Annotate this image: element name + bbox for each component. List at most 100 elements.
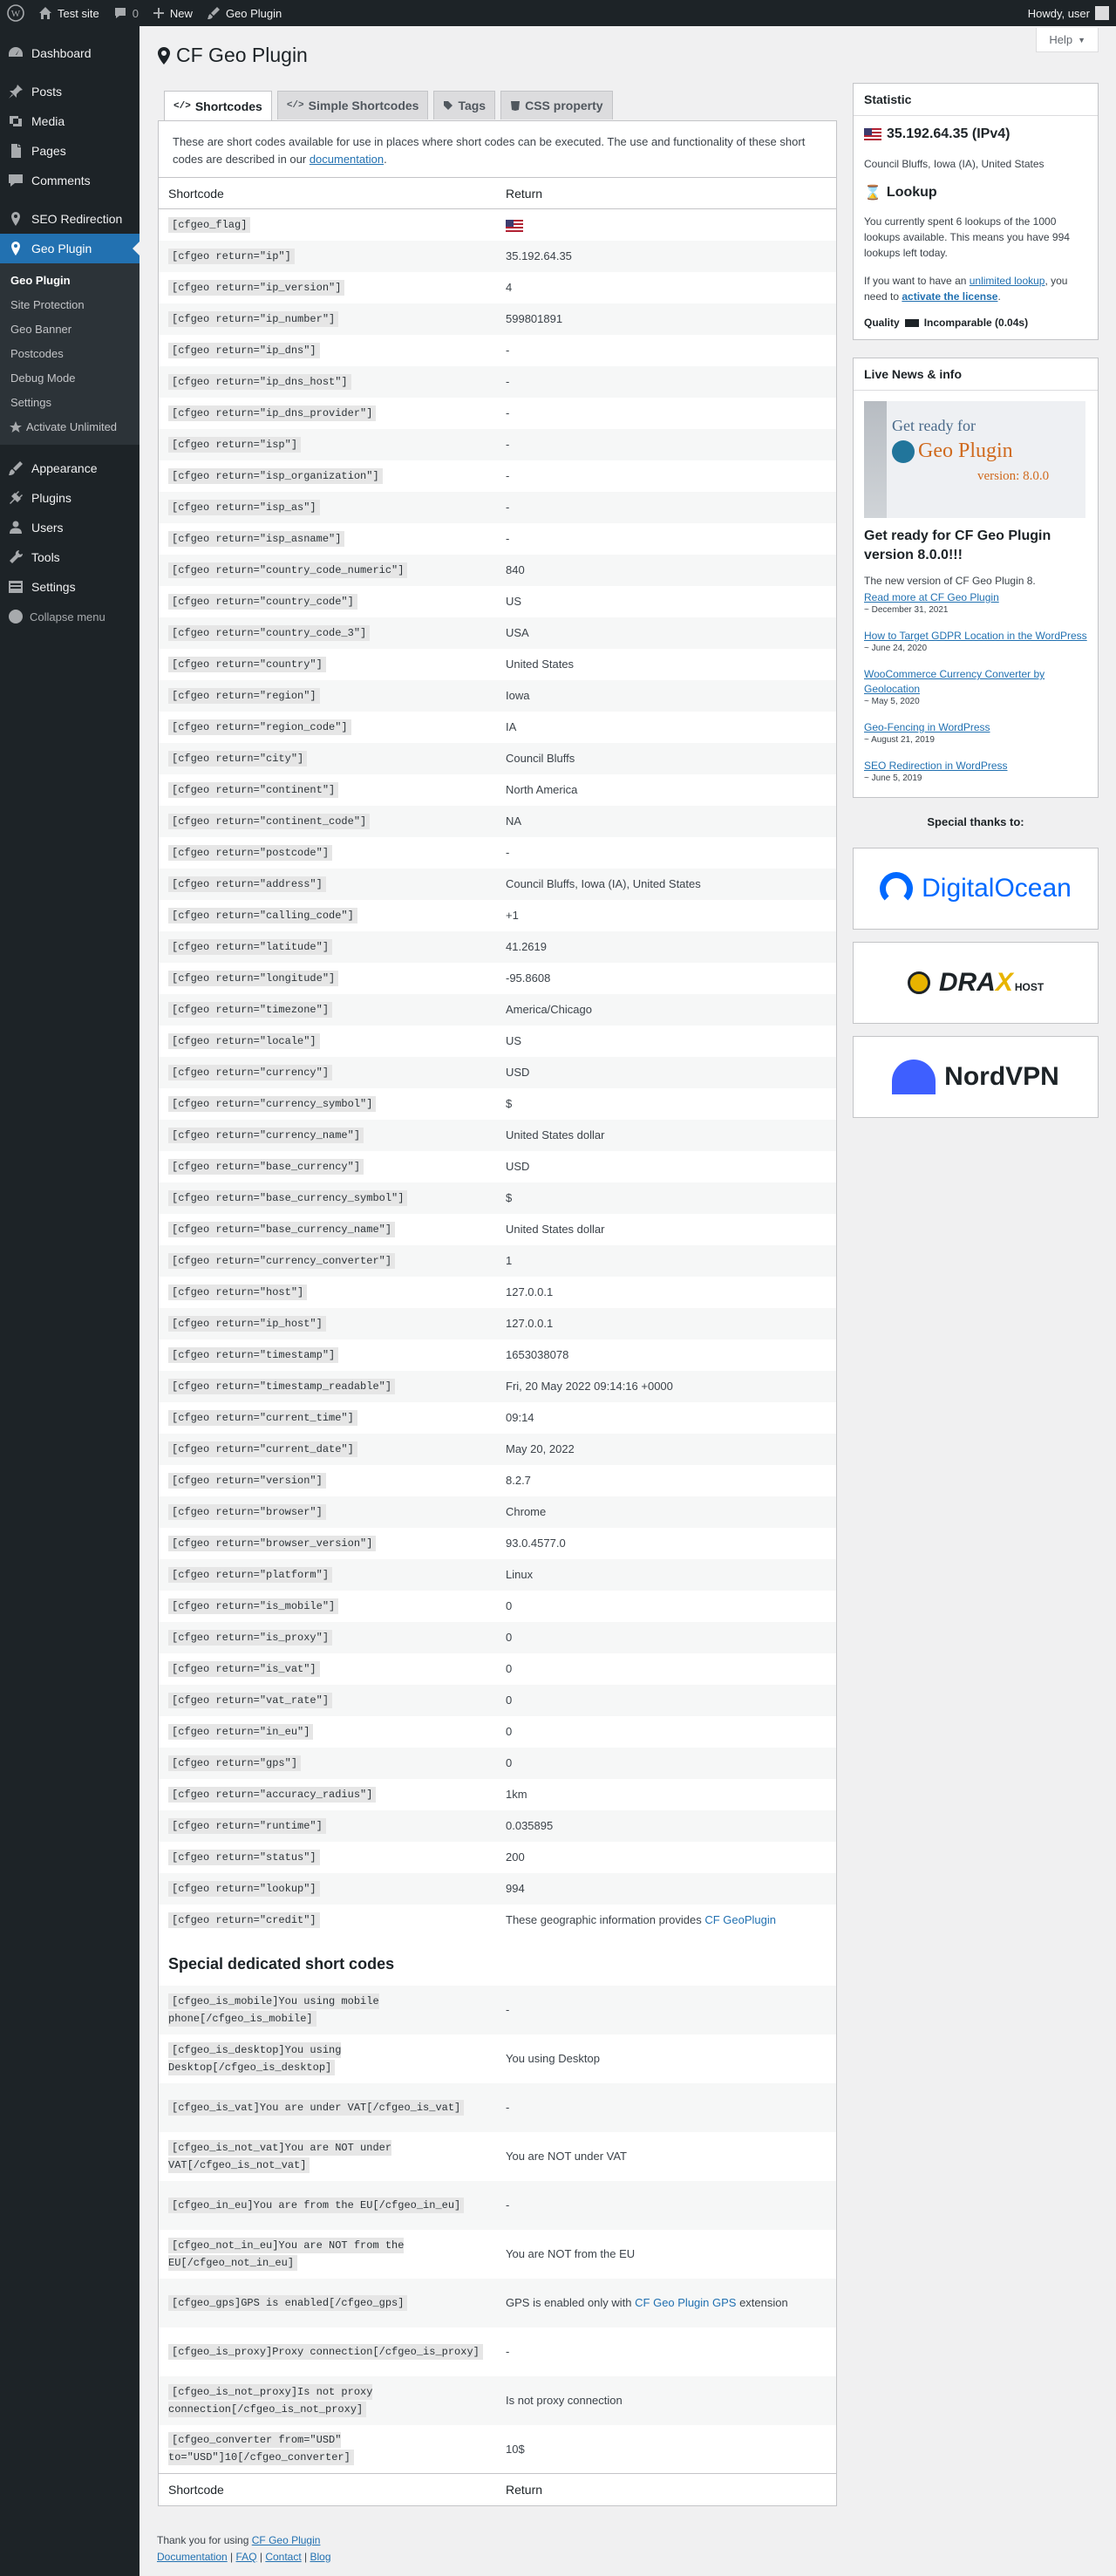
shortcode-code[interactable]: [cfgeo return="isp"] [168, 436, 302, 453]
shortcode-code[interactable]: [cfgeo return="current_time"] [168, 1409, 357, 1426]
shortcode-code[interactable]: [cfgeo return="ip_dns_host"] [168, 373, 351, 390]
shortcode-code[interactable]: [cfgeo return="region"] [168, 687, 320, 704]
shortcode-code[interactable]: [cfgeo_gps]GPS is enabled[/cfgeo_gps] [168, 2294, 408, 2311]
sponsor-nordvpn[interactable]: NordVPN [853, 1036, 1099, 1118]
submenu-geo-banner[interactable]: Geo Banner [0, 317, 140, 342]
shortcode-code[interactable]: [cfgeo return="gps"] [168, 1755, 302, 1771]
menu-appearance[interactable]: Appearance [0, 453, 140, 483]
menu-dashboard[interactable]: Dashboard [0, 38, 140, 68]
tab-css-property[interactable]: CSS property [500, 91, 613, 119]
read-more-link[interactable]: Read more at CF Geo Plugin [864, 590, 1087, 605]
shortcode-code[interactable]: [cfgeo return="host"] [168, 1284, 308, 1300]
shortcode-code[interactable]: [cfgeo_is_vat]You are under VAT[/cfgeo_i… [168, 2099, 465, 2116]
shortcode-code[interactable]: [cfgeo return="browser"] [168, 1503, 326, 1520]
shortcode-code[interactable]: [cfgeo return="address"] [168, 876, 326, 892]
shortcode-code[interactable]: [cfgeo return="currency_name"] [168, 1127, 364, 1143]
shortcode-code[interactable]: [cfgeo return="ip"] [168, 248, 295, 264]
shortcode-code[interactable]: [cfgeo return="ip_host"] [168, 1315, 326, 1332]
shortcode-code[interactable]: [cfgeo return="isp_organization"] [168, 467, 383, 484]
shortcode-code[interactable]: [cfgeo return="country_code_3"] [168, 624, 371, 641]
activate-license-link[interactable]: activate the license [902, 290, 997, 303]
menu-users[interactable]: Users [0, 513, 140, 542]
submenu-postcodes[interactable]: Postcodes [0, 342, 140, 366]
shortcode-code[interactable]: [cfgeo return="latitude"] [168, 938, 333, 955]
collapse-menu-button[interactable]: Collapse menu [0, 602, 140, 631]
menu-comments[interactable]: Comments [0, 166, 140, 195]
cf-geoplugin-link[interactable]: CF GeoPlugin [704, 1913, 776, 1926]
news-banner-image[interactable]: Get ready for Geo Plugin version: 8.0.0 [864, 401, 1085, 518]
new-content-link[interactable]: New [146, 0, 200, 26]
footer-plugin-link[interactable]: CF Geo Plugin [252, 2534, 321, 2546]
shortcode-code[interactable]: [cfgeo return="currency_symbol"] [168, 1095, 377, 1112]
shortcode-code[interactable]: [cfgeo return="ip_dns"] [168, 342, 320, 358]
documentation-link[interactable]: documentation [310, 153, 384, 166]
shortcode-code[interactable]: [cfgeo return="ip_number"] [168, 310, 339, 327]
footer-faq-link[interactable]: FAQ [236, 2551, 257, 2563]
shortcode-code[interactable]: [cfgeo return="ip_dns_provider"] [168, 405, 377, 421]
shortcode-code[interactable]: [cfgeo return="platform"] [168, 1566, 333, 1583]
shortcode-code[interactable]: [cfgeo return="base_currency"] [168, 1158, 364, 1175]
shortcode-code[interactable]: [cfgeo return="country_code"] [168, 593, 357, 610]
news-item-link[interactable]: Geo-Fencing in WordPress [864, 720, 1087, 735]
shortcode-code[interactable]: [cfgeo_is_mobile]You using mobile phone[… [168, 1993, 379, 2027]
tab-shortcodes[interactable]: </> Shortcodes [164, 91, 272, 120]
shortcode-code[interactable]: [cfgeo return="base_currency_symbol"] [168, 1189, 408, 1206]
comments-link[interactable]: 0 [106, 0, 146, 26]
submenu-activate-unlimited[interactable]: Activate Unlimited [0, 415, 140, 440]
sponsor-draxhost[interactable]: DRAX HOST [853, 942, 1099, 1024]
shortcode-code[interactable]: [cfgeo_converter from="USD" to="USD"]10[… [168, 2432, 354, 2466]
menu-pages[interactable]: Pages [0, 136, 140, 166]
shortcode-code[interactable]: [cfgeo return="country"] [168, 656, 326, 672]
my-account[interactable]: Howdy, user [1021, 0, 1116, 26]
shortcode-code[interactable]: [cfgeo return="postcode"] [168, 844, 333, 861]
site-name-link[interactable]: Test site [31, 0, 106, 26]
shortcode-code[interactable]: [cfgeo_not_in_eu]You are NOT from the EU… [168, 2237, 405, 2271]
menu-posts[interactable]: Posts [0, 77, 140, 106]
footer-documentation-link[interactable]: Documentation [157, 2551, 228, 2563]
tab-simple-shortcodes[interactable]: </> Simple Shortcodes [276, 91, 429, 119]
shortcode-code[interactable]: [cfgeo return="region_code"] [168, 719, 351, 735]
shortcode-code[interactable]: [cfgeo return="isp_asname"] [168, 530, 345, 547]
shortcode-code[interactable]: [cfgeo return="timezone"] [168, 1001, 333, 1018]
news-item-link[interactable]: SEO Redirection in WordPress [864, 759, 1087, 773]
unlimited-lookup-link[interactable]: unlimited lookup [970, 275, 1045, 287]
shortcode-code[interactable]: [cfgeo_is_desktop]You using Desktop[/cfg… [168, 2041, 342, 2075]
shortcode-code[interactable]: [cfgeo return="timestamp"] [168, 1346, 339, 1363]
shortcode-code[interactable]: [cfgeo return="is_proxy"] [168, 1629, 333, 1646]
submenu-debug-mode[interactable]: Debug Mode [0, 366, 140, 391]
menu-seo-redirection[interactable]: SEO Redirection [0, 204, 140, 234]
submenu-geo-plugin[interactable]: Geo Plugin [0, 269, 140, 293]
news-item-link[interactable]: WooCommerce Currency Converter by Geoloc… [864, 667, 1087, 697]
shortcode-code[interactable]: [cfgeo_is_proxy]Proxy connection[/cfgeo_… [168, 2343, 483, 2360]
shortcode-code[interactable]: [cfgeo return="accuracy_radius"] [168, 1786, 377, 1803]
shortcode-code[interactable]: [cfgeo return="status"] [168, 1849, 320, 1865]
shortcode-code[interactable]: [cfgeo return="version"] [168, 1472, 326, 1489]
help-tab-button[interactable]: Help ▼ [1036, 28, 1099, 52]
wordpress-logo[interactable]: W [0, 0, 31, 26]
submenu-settings[interactable]: Settings [0, 391, 140, 415]
shortcode-code[interactable]: [cfgeo return="current_date"] [168, 1441, 357, 1457]
menu-plugins[interactable]: Plugins [0, 483, 140, 513]
geo-plugin-link[interactable]: Geo Plugin [200, 0, 289, 26]
menu-settings[interactable]: Settings [0, 572, 140, 602]
shortcode-code[interactable]: [cfgeo return="is_mobile"] [168, 1598, 339, 1614]
gps-extension-link[interactable]: CF Geo Plugin GPS [635, 2296, 736, 2309]
shortcode-code[interactable]: [cfgeo_in_eu]You are from the EU[/cfgeo_… [168, 2197, 465, 2213]
footer-blog-link[interactable]: Blog [310, 2551, 330, 2563]
shortcode-code[interactable]: [cfgeo_is_not_vat]You are NOT under VAT[… [168, 2139, 392, 2173]
footer-contact-link[interactable]: Contact [265, 2551, 301, 2563]
shortcode-code[interactable]: [cfgeo return="timestamp_readable"] [168, 1378, 396, 1394]
shortcode-code[interactable]: [cfgeo return="isp_as"] [168, 499, 320, 515]
shortcode-code[interactable]: [cfgeo return="continent"] [168, 781, 339, 798]
shortcode-code[interactable]: [cfgeo_flag] [168, 216, 251, 233]
tab-tags[interactable]: Tags [433, 91, 496, 119]
shortcode-code[interactable]: [cfgeo return="locale"] [168, 1032, 320, 1049]
shortcode-code[interactable]: [cfgeo return="credit"] [168, 1912, 320, 1928]
shortcode-code[interactable]: [cfgeo return="longitude"] [168, 970, 339, 986]
shortcode-code[interactable]: [cfgeo return="in_eu"] [168, 1723, 314, 1740]
shortcode-code[interactable]: [cfgeo return="runtime"] [168, 1817, 326, 1834]
shortcode-code[interactable]: [cfgeo return="currency"] [168, 1064, 333, 1080]
shortcode-code[interactable]: [cfgeo_is_not_proxy]Is not proxy connect… [168, 2383, 373, 2417]
shortcode-code[interactable]: [cfgeo return="calling_code"] [168, 907, 357, 923]
sponsor-digitalocean[interactable]: DigitalOcean [853, 848, 1099, 930]
